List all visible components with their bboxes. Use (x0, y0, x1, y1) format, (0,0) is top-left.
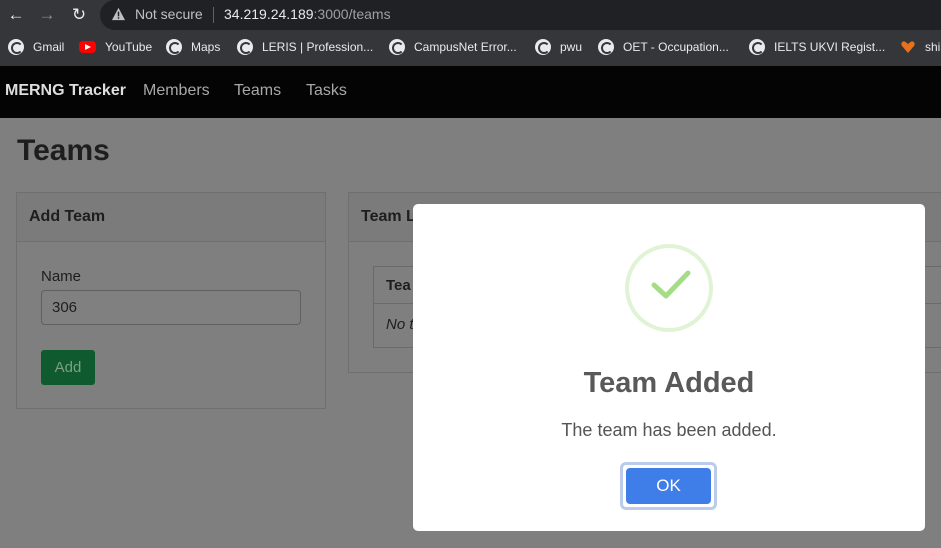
heart-icon (901, 41, 915, 53)
add-team-button[interactable]: Add (41, 350, 95, 385)
name-label: Name (41, 268, 82, 285)
browser-chrome: ← → ↻ Not secure 34.219.24.189:3000/team… (0, 0, 941, 66)
globe-icon (237, 39, 253, 55)
bookmark-youtube[interactable]: YouTube (79, 38, 152, 56)
bookmark-label: pwu (560, 40, 583, 54)
team-name-input[interactable] (41, 290, 301, 325)
back-button[interactable]: ← (5, 4, 27, 26)
nav-link-teams[interactable]: Teams (234, 82, 281, 100)
bookmark-maps[interactable]: Maps (166, 38, 220, 56)
nav-link-tasks[interactable]: Tasks (306, 82, 347, 100)
reload-button[interactable]: ↻ (68, 4, 90, 26)
modal-title: Team Added (583, 367, 755, 399)
forward-button[interactable]: → (36, 4, 58, 26)
bookmark-label: shi (925, 40, 941, 54)
bookmark-label: OET - Occupation... (623, 40, 729, 54)
not-secure-label: Not secure (135, 6, 203, 22)
youtube-icon (79, 41, 96, 53)
bookmark-ielts[interactable]: IELTS UKVI Regist... (749, 38, 885, 56)
bookmark-label: YouTube (105, 40, 153, 54)
success-modal: Team Added The team has been added. OK (413, 204, 925, 531)
globe-icon (389, 39, 405, 55)
bookmark-oet[interactable]: OET - Occupation... (598, 38, 729, 56)
add-team-card: Add Team Name Add (16, 192, 326, 409)
page-title: Teams (17, 134, 110, 167)
bookmark-gmail[interactable]: Gmail (8, 38, 64, 56)
globe-icon (535, 39, 551, 55)
bookmark-label: CampusNet Error... (414, 40, 517, 54)
success-icon (625, 244, 713, 332)
ok-button-focus-ring: OK (620, 462, 717, 510)
app-navbar: MERNG Tracker Members Teams Tasks (0, 66, 941, 118)
globe-icon (8, 39, 24, 55)
address-bar[interactable]: Not secure 34.219.24.189:3000/teams (100, 0, 941, 30)
bookmark-label: LERIS | Profession... (262, 40, 374, 54)
warning-icon (111, 7, 126, 21)
checkmark-icon (651, 270, 691, 299)
globe-icon (749, 39, 765, 55)
modal-message: The team has been added. (561, 420, 777, 440)
url-host: 34.219.24.189 (224, 6, 314, 22)
bookmark-campusnet[interactable]: CampusNet Error... (389, 38, 517, 56)
brand-link[interactable]: MERNG Tracker (5, 82, 126, 100)
add-team-card-header: Add Team (17, 193, 325, 242)
bookmark-pwu[interactable]: pwu (535, 38, 582, 56)
bookmark-shi[interactable]: shi (900, 38, 940, 56)
globe-icon (166, 39, 182, 55)
bookmark-label: IELTS UKVI Regist... (774, 40, 886, 54)
bookmark-label: Gmail (33, 40, 65, 54)
address-row: ← → ↻ Not secure 34.219.24.189:3000/team… (0, 0, 941, 30)
ok-button[interactable]: OK (626, 468, 711, 504)
globe-icon (598, 39, 614, 55)
url-path: :3000/teams (313, 6, 391, 22)
address-separator (213, 7, 214, 23)
url-text: 34.219.24.189:3000/teams (224, 6, 391, 22)
bookmarks-bar: Gmail YouTube Maps LERIS | Profession...… (0, 34, 941, 60)
nav-link-members[interactable]: Members (143, 82, 210, 100)
bookmark-leris[interactable]: LERIS | Profession... (237, 38, 373, 56)
bookmark-label: Maps (191, 40, 221, 54)
